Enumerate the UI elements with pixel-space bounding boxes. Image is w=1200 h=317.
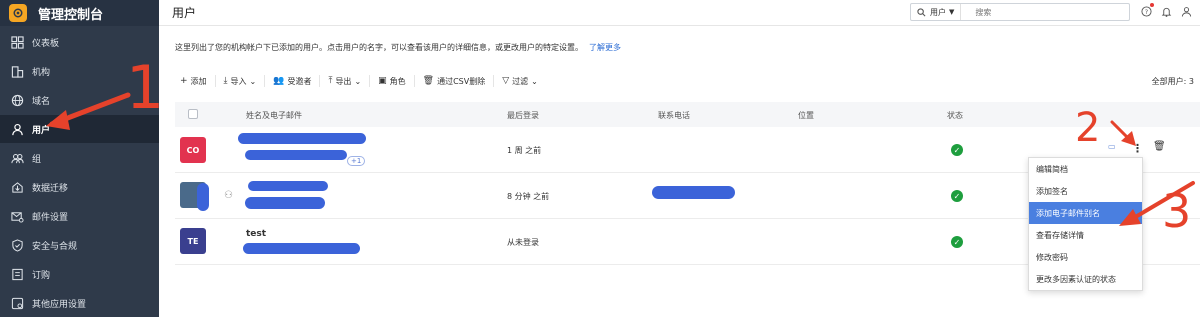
annotation-three: 3 — [1162, 184, 1192, 238]
annotation-layer — [46, 92, 1195, 226]
annotation-two: 2 — [1075, 105, 1101, 151]
annotation-one: 1 — [126, 53, 165, 123]
